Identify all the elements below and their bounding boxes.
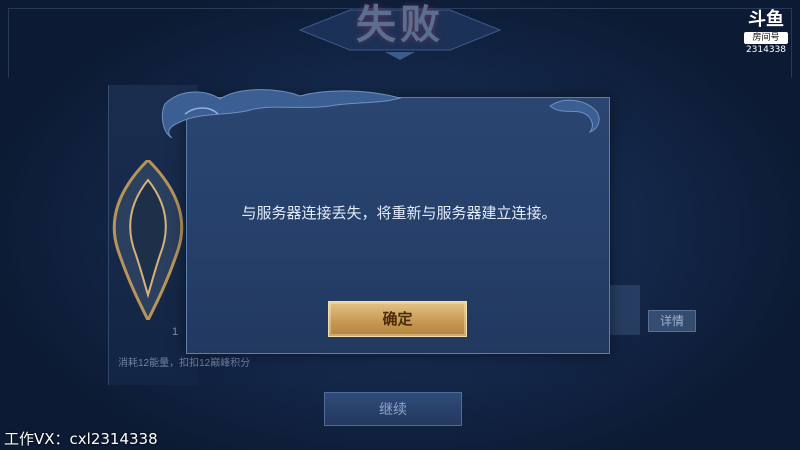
cloud-ornament-icon <box>161 89 402 139</box>
confirm-button[interactable]: 确定 <box>328 301 467 337</box>
room-label: 房间号 <box>744 32 788 44</box>
cloud-ornament-right-icon <box>549 99 600 134</box>
defeat-title: 失败 <box>356 2 444 48</box>
stats-strip <box>610 285 640 335</box>
douyu-logo-text: 斗鱼 <box>748 9 784 30</box>
continue-button[interactable]: 继续 <box>324 392 462 426</box>
level-number: 1 <box>172 326 179 338</box>
details-button[interactable]: 详情 <box>648 310 696 332</box>
dialog-message: 与服务器连接丢失，将重新与服务器建立连接。 <box>241 204 557 222</box>
douyu-logo: 斗鱼 房间号 2314338 <box>738 10 794 60</box>
room-id: 2314338 <box>745 45 787 55</box>
energy-cost-text: 消耗12能量，扣扣12巅峰积分 <box>118 358 251 369</box>
defeat-banner: 失败 <box>290 0 510 60</box>
rank-crest-icon <box>112 160 184 320</box>
watermark: 工作VX：cxl2314338 <box>4 430 158 448</box>
